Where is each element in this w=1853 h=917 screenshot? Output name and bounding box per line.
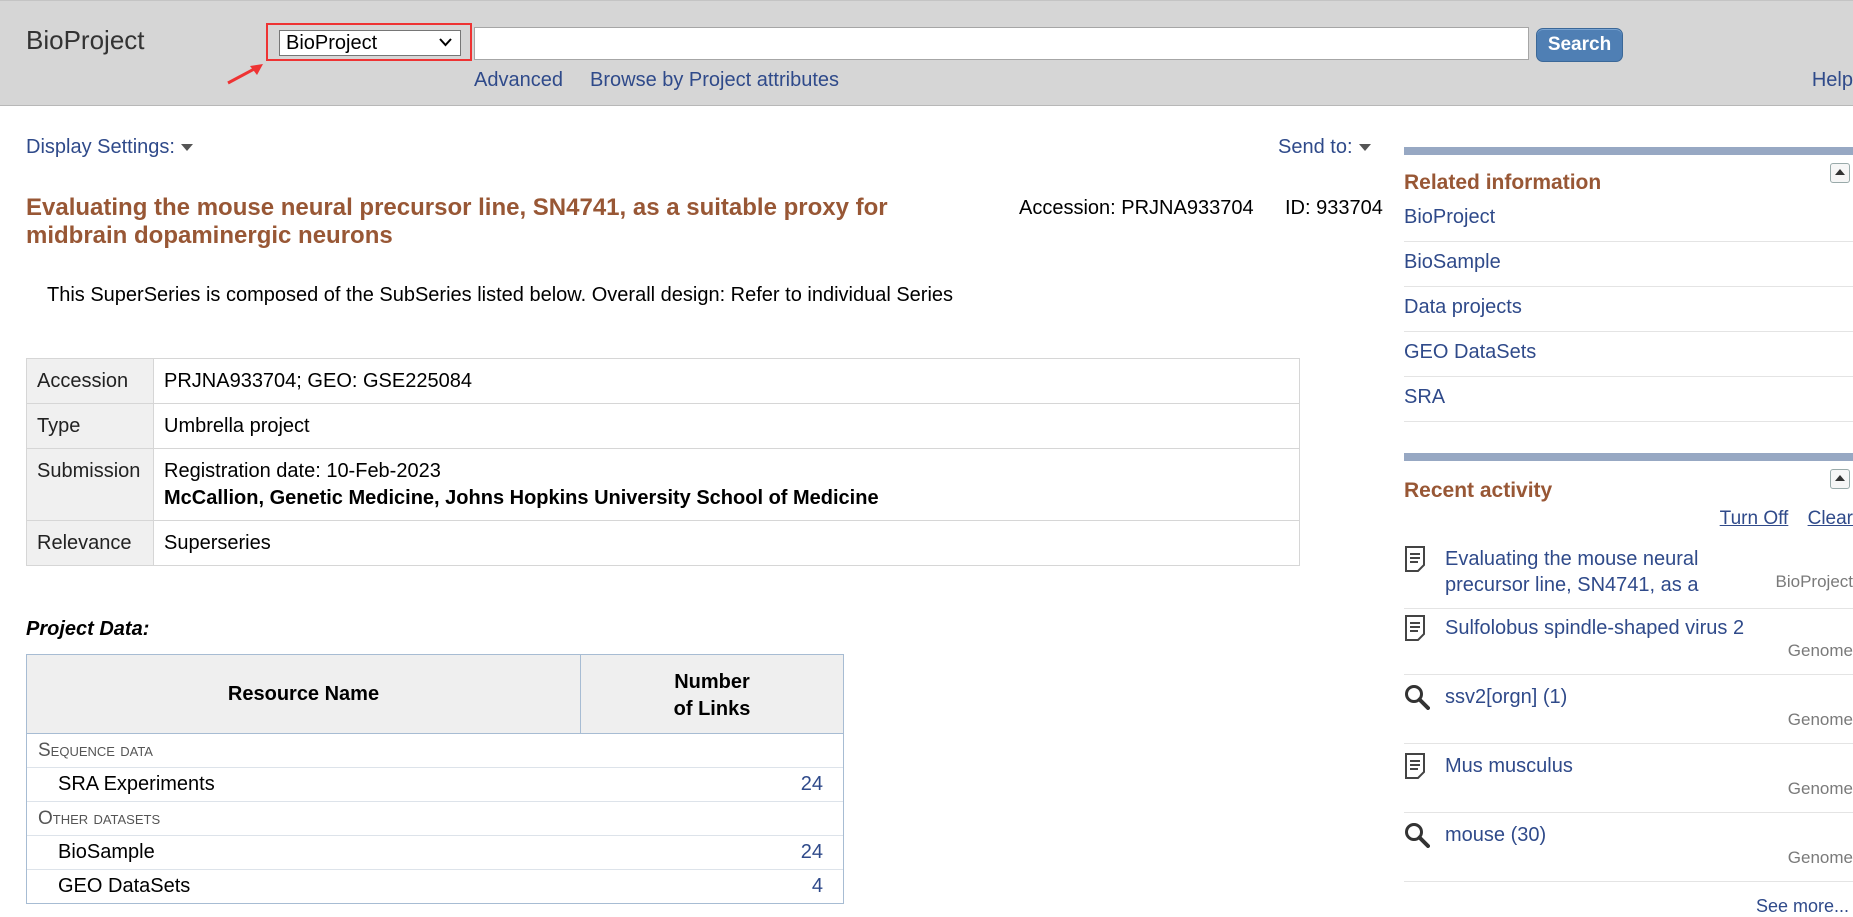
recent-activity-controls: Turn Off Clear (1706, 508, 1853, 530)
related-link-biosample[interactable]: BioSample (1404, 242, 1853, 287)
detail-label: Submission (26, 448, 154, 521)
database-select-value: BioProject (286, 32, 378, 54)
detail-label: Accession (26, 358, 154, 404)
related-information-panel: Related information BioProject BioSample… (1404, 147, 1853, 422)
column-header-links: Number of Links (581, 655, 843, 733)
collapse-icon[interactable] (1830, 469, 1850, 489)
display-settings-dropdown[interactable]: Display Settings: (26, 136, 193, 159)
search-icon (1405, 685, 1430, 710)
recent-activity-item[interactable]: Evaluating the mouse neural precursor li… (1404, 546, 1853, 609)
help-link[interactable]: Help (1812, 69, 1853, 92)
table-row: Type Umbrella project (26, 403, 1300, 449)
resource-name: BioSample (58, 841, 155, 863)
link-count[interactable]: 24 (658, 768, 843, 801)
project-description: This SuperSeries is composed of the SubS… (47, 284, 954, 306)
project-data-heading: Project Data: (26, 618, 150, 640)
annotation-arrow-icon (227, 64, 263, 85)
recent-activity-link[interactable]: ssv2[orgn] (1) (1445, 684, 1765, 710)
project-data-table: Resource Name Number of Links Sequence d… (26, 654, 844, 904)
document-icon (1405, 615, 1425, 641)
document-icon (1405, 753, 1425, 779)
db-select-highlight: BioProject (266, 23, 472, 61)
collapse-icon[interactable] (1830, 163, 1850, 183)
document-icon (1405, 546, 1425, 572)
related-link-bioproject[interactable]: BioProject (1404, 197, 1853, 242)
database-select[interactable]: BioProject (279, 30, 461, 56)
chevron-down-icon (439, 38, 452, 47)
recent-activity-db: Genome (1787, 848, 1853, 867)
panel-divider (1404, 147, 1853, 155)
display-settings-label: Display Settings: (26, 136, 175, 158)
search-button[interactable]: Search (1536, 28, 1623, 62)
recent-activity-db: Genome (1787, 710, 1853, 729)
id-label: ID: 933704 (1285, 197, 1383, 219)
resource-name: SRA Experiments (58, 773, 215, 795)
table-row: BioSample 24 (27, 836, 843, 870)
detail-value: Superseries (153, 520, 1300, 566)
table-row: Submission Registration date: 10-Feb-202… (26, 448, 1300, 521)
recent-activity-item[interactable]: mouse (30) Genome (1404, 822, 1853, 882)
project-details-table: Accession PRJNA933704; GEO: GSE225084 Ty… (26, 358, 1300, 566)
search-icon (1405, 823, 1430, 848)
submitter-name: McCallion, Genetic Medicine, Johns Hopki… (164, 487, 879, 509)
advanced-link[interactable]: Advanced (474, 69, 563, 92)
column-header-links-line1: Number (674, 671, 750, 693)
registration-date: Registration date: 10-Feb-2023 (164, 460, 441, 482)
caret-down-icon (180, 144, 193, 152)
submission-cell: Registration date: 10-Feb-2023 McCallion… (153, 448, 1300, 521)
recent-activity-title: Recent activity (1404, 479, 1553, 502)
related-link-geo-datasets[interactable]: GEO DataSets (1404, 332, 1853, 377)
top-header: BioProject BioProject Search Advanced Br… (0, 0, 1853, 106)
send-to-dropdown[interactable]: Send to: (1278, 136, 1371, 159)
table-row: SRA Experiments 24 (27, 768, 843, 802)
group-header-other: Other datasets (27, 802, 843, 836)
site-logo[interactable]: BioProject (26, 25, 145, 56)
recent-activity-link[interactable]: Mus musculus (1445, 753, 1765, 779)
recent-activity-item[interactable]: Sulfolobus spindle-shaped virus 2 Genome (1404, 615, 1853, 675)
table-row: Accession PRJNA933704; GEO: GSE225084 (26, 358, 1300, 404)
detail-value: PRJNA933704; GEO: GSE225084 (153, 358, 1300, 404)
accession-label: Accession: PRJNA933704 (1019, 197, 1254, 219)
table-row: GEO DataSets 4 (27, 870, 843, 903)
recent-activity-db: Genome (1787, 641, 1853, 660)
column-header-resource: Resource Name (27, 655, 581, 733)
panel-divider (1404, 453, 1853, 461)
recent-activity-link[interactable]: Evaluating the mouse neural precursor li… (1445, 546, 1761, 598)
send-to-label: Send to: (1278, 136, 1353, 158)
recent-activity-link[interactable]: Sulfolobus spindle-shaped virus 2 (1445, 615, 1765, 641)
table-row: Relevance Superseries (26, 520, 1300, 566)
related-link-data-projects[interactable]: Data projects (1404, 287, 1853, 332)
turn-off-link[interactable]: Turn Off (1720, 508, 1789, 529)
recent-activity-db: Genome (1787, 779, 1853, 798)
related-link-sra[interactable]: SRA (1404, 377, 1853, 422)
caret-down-icon (1358, 144, 1371, 152)
page-title: Evaluating the mouse neural precursor li… (26, 194, 888, 249)
column-header-links-line2: of Links (673, 698, 751, 720)
recent-activity-db: BioProject (1771, 572, 1853, 592)
detail-value: Umbrella project (153, 403, 1300, 449)
recent-activity-link[interactable]: mouse (30) (1445, 822, 1765, 848)
recent-activity-item[interactable]: ssv2[orgn] (1) Genome (1404, 684, 1853, 744)
table-header: Resource Name Number of Links (27, 655, 843, 734)
search-input[interactable] (474, 27, 1529, 60)
link-count[interactable]: 4 (658, 870, 843, 903)
browse-attributes-link[interactable]: Browse by Project attributes (590, 69, 839, 92)
related-information-title: Related information (1404, 171, 1602, 194)
resource-name: GEO DataSets (58, 875, 191, 897)
link-count[interactable]: 24 (658, 836, 843, 869)
group-header-sequence: Sequence data (27, 734, 843, 768)
detail-label: Type (26, 403, 154, 449)
clear-link[interactable]: Clear (1808, 508, 1853, 529)
recent-activity-item[interactable]: Mus musculus Genome (1404, 753, 1853, 813)
detail-label: Relevance (26, 520, 154, 566)
